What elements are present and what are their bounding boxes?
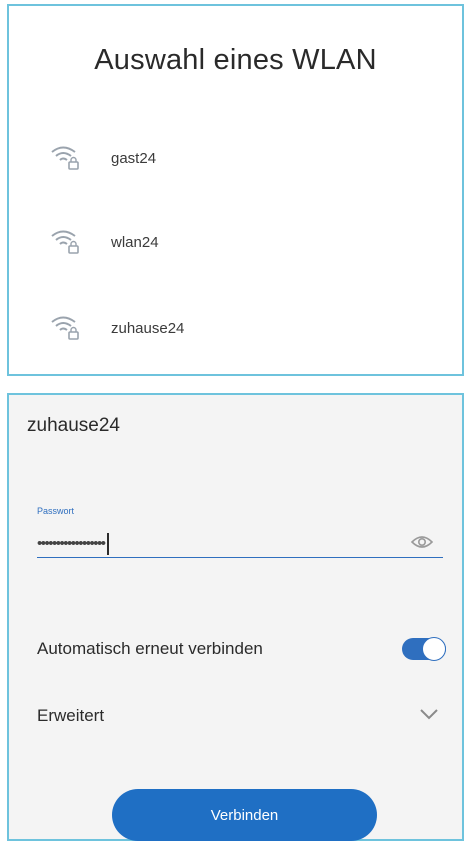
wifi-lock-icon <box>51 316 79 340</box>
chevron-down-icon[interactable] <box>419 707 439 721</box>
password-value: •••••••••••••••••• <box>37 535 106 552</box>
auto-reconnect-label: Automatisch erneut verbinden <box>37 639 263 658</box>
wifi-lock-icon <box>51 230 79 254</box>
connect-button[interactable]: Verbinden <box>112 789 377 841</box>
text-caret <box>106 533 109 555</box>
network-item-zuhause24[interactable]: zuhause24 <box>49 308 429 348</box>
advanced-label[interactable]: Erweitert <box>37 706 104 726</box>
network-list-panel: Auswahl eines WLAN gast24 wlan24 zuhause… <box>7 4 464 376</box>
network-item-wlan24[interactable]: wlan24 <box>49 222 429 262</box>
wifi-lock-icon <box>51 146 79 170</box>
toggle-knob <box>422 637 446 661</box>
network-list-title: Auswahl eines WLAN <box>94 44 377 76</box>
password-field[interactable]: •••••••••••••••••• <box>37 531 443 558</box>
eye-icon[interactable] <box>411 534 433 550</box>
network-label: wlan24 <box>111 233 159 251</box>
network-label: zuhause24 <box>111 319 185 337</box>
auto-reconnect-toggle[interactable] <box>402 637 446 661</box>
dialog-ssid-title: zuhause24 <box>27 415 120 436</box>
network-label: gast24 <box>111 149 157 167</box>
password-label: Passwort <box>37 506 75 516</box>
connect-dialog: zuhause24 Passwort •••••••••••••••••• Au… <box>7 393 464 841</box>
network-item-gast24[interactable]: gast24 <box>49 138 429 178</box>
